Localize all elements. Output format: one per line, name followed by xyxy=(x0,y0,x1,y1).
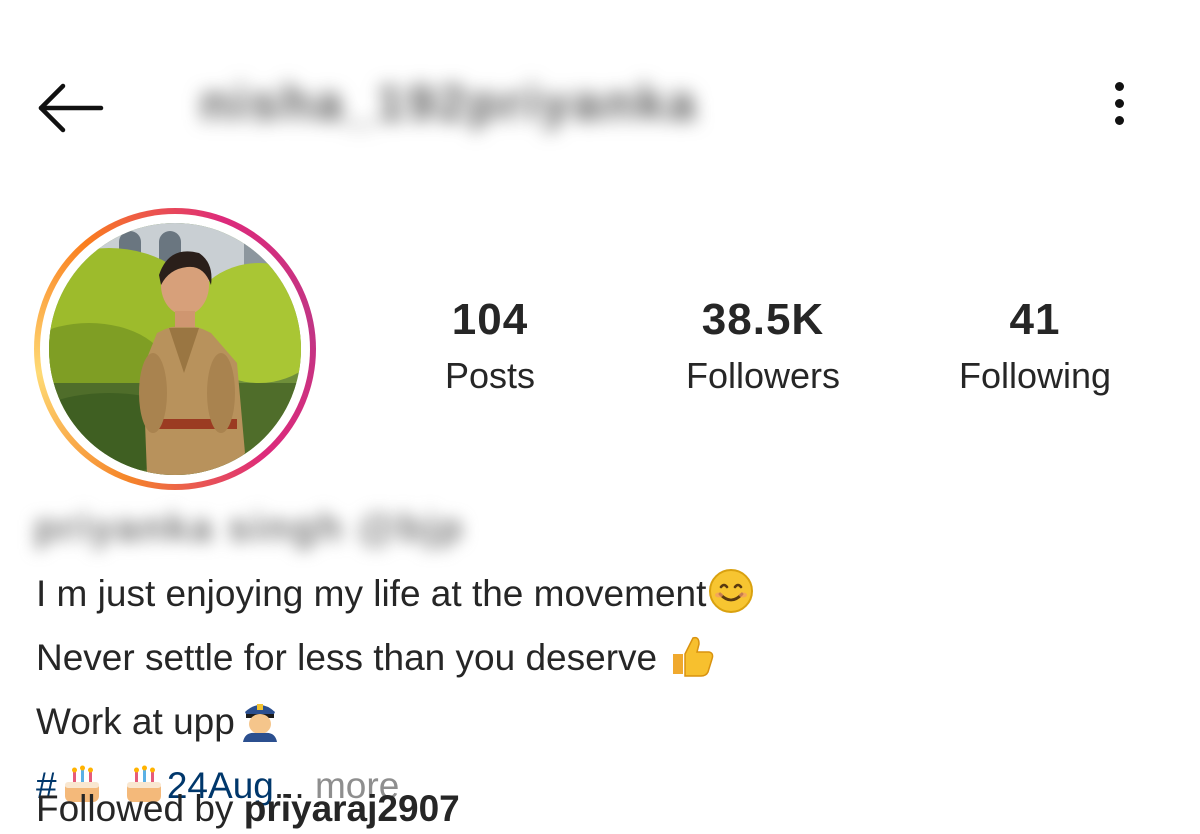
following-count-value: 41 xyxy=(1009,295,1061,344)
thumbs-up-icon xyxy=(669,632,715,694)
police-officer-icon xyxy=(237,696,283,758)
avatar-photo xyxy=(49,223,301,475)
following-count-label: Following xyxy=(958,355,1112,396)
followed-by[interactable]: Followed by priyaraj2907 xyxy=(36,784,460,834)
bio-line-1-text: I m just enjoying my life at the movemen… xyxy=(36,573,707,614)
more-vertical-dot xyxy=(1114,115,1124,125)
bio-line-3-text: Work at upp xyxy=(36,701,235,742)
followed-by-user[interactable]: priyaraj2907 xyxy=(244,788,460,829)
back-button[interactable] xyxy=(30,68,110,148)
profile-username: nisha_192priyanka xyxy=(200,74,720,136)
posts-count[interactable]: 104 Posts xyxy=(370,292,610,398)
following-count[interactable]: 41 Following xyxy=(915,292,1155,398)
followed-by-prefix: Followed by xyxy=(36,788,244,829)
posts-count-value: 104 xyxy=(451,295,529,344)
followers-count-value: 38.5K xyxy=(701,295,825,344)
followers-count[interactable]: 38.5K Followers xyxy=(643,292,883,398)
bio-line-3: Work at upp xyxy=(36,694,1166,758)
avatar[interactable] xyxy=(34,208,316,490)
avatar-image xyxy=(49,223,301,475)
posts-count-label: Posts xyxy=(444,355,536,396)
avatar-border xyxy=(40,214,310,484)
display-name-text: priyanka singh @bjp xyxy=(34,506,465,550)
profile-display-name: priyanka singh @bjp xyxy=(34,506,465,560)
options-button[interactable] xyxy=(1094,72,1144,134)
arrow-left-icon xyxy=(38,83,104,133)
bio-line-2-text: Never settle for less than you deserve xyxy=(36,637,668,678)
more-vertical-dot xyxy=(1114,98,1124,108)
smiling-face-icon xyxy=(708,568,754,630)
bio-line-2: Never settle for less than you deserve xyxy=(36,630,1166,694)
bio-line-1: I m just enjoying my life at the movemen… xyxy=(36,566,1166,630)
more-vertical-icon xyxy=(1114,81,1124,91)
followers-count-label: Followers xyxy=(685,355,841,396)
username-text: nisha_192priyanka xyxy=(200,75,699,131)
top-bar: nisha_192priyanka xyxy=(0,0,1200,200)
